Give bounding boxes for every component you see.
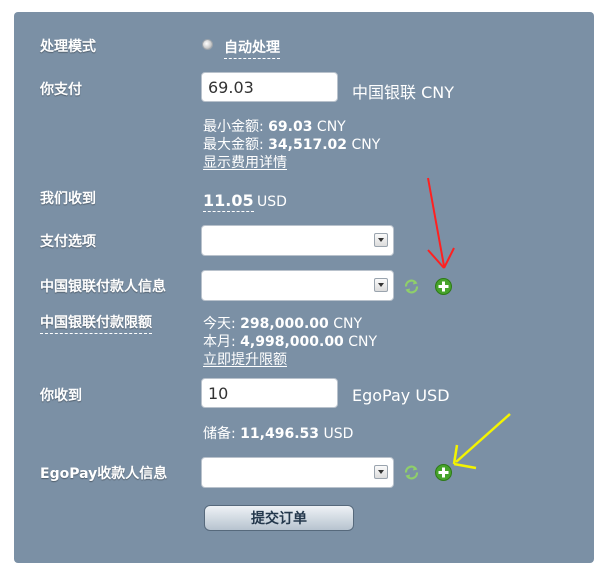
limit-month-label: 本月: (203, 334, 236, 350)
we-receive-currency: USD (257, 194, 287, 210)
red-arrow-icon (427, 177, 455, 269)
limit-today: 今天: 298,000.00 CNY (203, 313, 362, 333)
payment-option-select[interactable] (201, 225, 394, 256)
limit-month-value: 4,998,000.00 (240, 334, 344, 350)
we-receive-amount: 11.05 (203, 191, 254, 212)
reserve-currency: USD (323, 426, 354, 442)
min-amount: 最小金额: 69.03 CNY (203, 116, 346, 136)
limit-month: 本月: 4,998,000.00 CNY (203, 331, 377, 351)
radio-icon[interactable] (202, 39, 213, 50)
reserve: 储备: 11,496.53 USD (203, 423, 353, 443)
limit-today-currency: CNY (333, 316, 363, 332)
submit-order-button[interactable]: 提交订单 (204, 505, 354, 531)
max-amount: 最大金额: 34,517.02 CNY (203, 134, 380, 154)
limit-today-value: 298,000.00 (240, 316, 329, 332)
payment-option-label: 支付选项 (40, 234, 96, 250)
you-receive-input[interactable] (201, 378, 338, 408)
we-receive-label: 我们收到 (40, 191, 96, 207)
mode-option-auto[interactable]: 自动处理 (224, 37, 280, 59)
reserve-value: 11,496.53 (240, 426, 319, 442)
chevron-down-icon[interactable] (374, 233, 388, 247)
min-amount-label: 最小金额: (203, 119, 264, 135)
mode-label: 处理模式 (40, 39, 96, 55)
limit-month-currency: CNY (348, 334, 378, 350)
add-icon[interactable] (435, 278, 452, 295)
yellow-arrow-icon (452, 413, 511, 470)
you-pay-input[interactable] (201, 72, 338, 102)
you-pay-currency: 中国银联 CNY (352, 83, 455, 102)
refresh-icon[interactable] (403, 278, 420, 295)
you-receive-currency: EgoPay USD (352, 386, 450, 405)
you-receive-label: 你收到 (40, 388, 82, 404)
payee-info-label: EgoPay收款人信息 (40, 466, 168, 482)
refresh-icon[interactable] (403, 464, 420, 481)
min-amount-value: 69.03 (268, 119, 313, 135)
chevron-down-icon[interactable] (374, 278, 388, 292)
payee-info-select[interactable] (201, 457, 394, 488)
max-amount-currency: CNY (351, 137, 381, 153)
min-amount-currency: CNY (316, 119, 346, 135)
raise-limit-link[interactable]: 立即提升限额 (203, 349, 287, 369)
you-pay-label: 你支付 (40, 82, 82, 98)
fee-details-link[interactable]: 显示费用详情 (203, 152, 287, 172)
chevron-down-icon[interactable] (374, 465, 388, 479)
max-amount-label: 最大金额: (203, 137, 264, 153)
limit-today-label: 今天: (203, 316, 236, 332)
limits-label[interactable]: 中国银联付款限额 (40, 312, 152, 334)
payer-info-label: 中国银联付款人信息 (40, 279, 166, 295)
payer-info-select[interactable] (201, 270, 394, 301)
reserve-label: 储备: (203, 426, 236, 442)
max-amount-value: 34,517.02 (268, 137, 347, 153)
